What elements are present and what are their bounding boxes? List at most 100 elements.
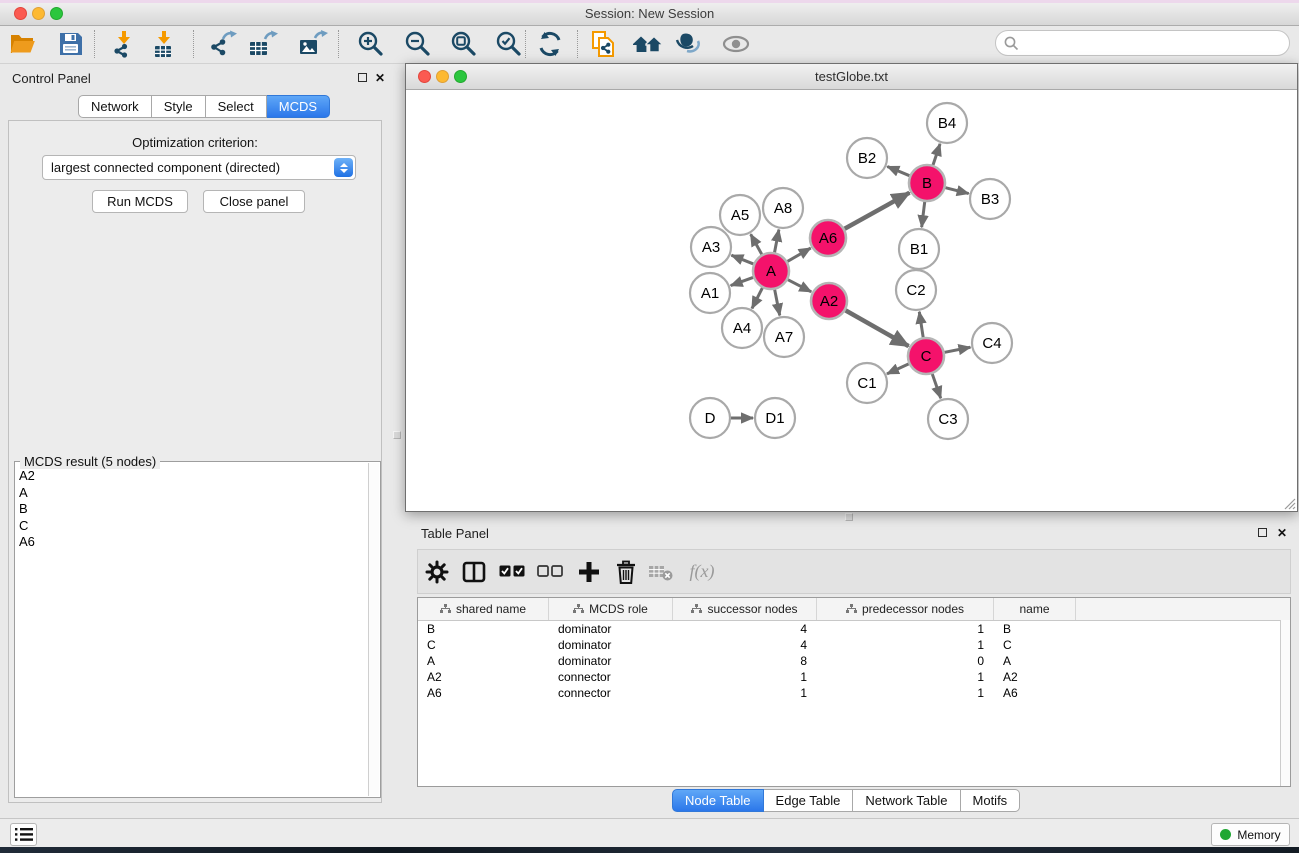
table-cell[interactable]: dominator	[549, 638, 673, 652]
mcds-result-item[interactable]: A6	[19, 534, 35, 551]
tab-select[interactable]: Select	[206, 95, 267, 118]
node-B[interactable]: B	[909, 165, 945, 201]
table-cell[interactable]: dominator	[549, 654, 673, 668]
edge-B-B4[interactable]	[933, 144, 940, 165]
zoom-in-button[interactable]	[354, 27, 388, 61]
edge-B-B3[interactable]	[945, 188, 968, 194]
column-header-MCDS-role[interactable]: MCDS role	[549, 598, 673, 620]
table-row[interactable]: A2connector11A2	[418, 669, 1290, 685]
edge-B-B1[interactable]	[922, 202, 925, 227]
edge-A2-C[interactable]	[846, 310, 909, 346]
mcds-result-item[interactable]: C	[19, 518, 35, 535]
column-header-shared-name[interactable]: shared name	[418, 598, 549, 620]
edge-A-A2[interactable]	[788, 280, 811, 292]
edge-A6-B[interactable]	[845, 193, 910, 229]
table-cell[interactable]: B	[994, 622, 1076, 636]
table-cell[interactable]: connector	[549, 686, 673, 700]
export-network-button[interactable]	[207, 27, 241, 61]
edge-C-C4[interactable]	[945, 347, 971, 352]
home-view-button[interactable]	[631, 27, 665, 61]
table-cell[interactable]: 1	[817, 670, 994, 684]
table-row[interactable]: Cdominator41C	[418, 637, 1290, 653]
edge-B-B2[interactable]	[887, 166, 909, 175]
edge-A-A4[interactable]	[752, 288, 762, 308]
mcds-result-item[interactable]: B	[19, 501, 35, 518]
function-builder-button[interactable]: f(x)	[684, 550, 720, 593]
table-cell[interactable]: dominator	[549, 622, 673, 636]
edge-A-A3[interactable]	[731, 255, 753, 264]
tab-network[interactable]: Network	[78, 95, 152, 118]
delete-table-button[interactable]	[647, 550, 675, 593]
search-field[interactable]	[995, 30, 1290, 56]
import-table-button[interactable]	[148, 27, 182, 61]
mcds-result-list[interactable]: A2ABCA6	[19, 468, 35, 551]
minimize-traffic-light[interactable]	[32, 7, 45, 20]
optimization-criterion-select[interactable]: largest connected component (directed)	[42, 155, 356, 180]
table-cell[interactable]: 1	[673, 686, 817, 700]
tab-motifs[interactable]: Motifs	[961, 789, 1021, 812]
control-panel-float-button[interactable]	[358, 73, 367, 82]
node-C2[interactable]: C2	[896, 270, 936, 310]
show-view-button[interactable]	[719, 27, 753, 61]
run-mcds-button[interactable]: Run MCDS	[92, 190, 188, 213]
show-panels-button[interactable]	[10, 823, 37, 846]
node-C3[interactable]: C3	[928, 399, 968, 439]
zoom-out-button[interactable]	[401, 27, 435, 61]
mcds-result-item[interactable]: A2	[19, 468, 35, 485]
table-cell[interactable]: C	[418, 638, 549, 652]
tab-style[interactable]: Style	[152, 95, 206, 118]
table-scrollbar[interactable]	[1280, 620, 1290, 786]
node-A8[interactable]: A8	[763, 188, 803, 228]
table-panel-close-button[interactable]: ✕	[1277, 527, 1287, 539]
node-A6[interactable]: A6	[810, 220, 846, 256]
edge-C-C1[interactable]	[887, 364, 909, 374]
network-canvas[interactable]: AA1A2A3A4A5A6A7A8BB1B2B3B4CC1C2C3C4DD1	[406, 90, 1297, 511]
export-table-button[interactable]	[246, 27, 280, 61]
close-panel-button[interactable]: Close panel	[203, 190, 305, 213]
node-A1[interactable]: A1	[690, 273, 730, 313]
table-settings-button[interactable]	[423, 550, 451, 593]
table-cell[interactable]: 4	[673, 622, 817, 636]
column-header-predecessor-nodes[interactable]: predecessor nodes	[817, 598, 994, 620]
table-cell[interactable]: connector	[549, 670, 673, 684]
open-session-button[interactable]	[6, 27, 40, 61]
edge-A-A7[interactable]	[775, 290, 780, 316]
node-A3[interactable]: A3	[691, 227, 731, 267]
node-A4[interactable]: A4	[722, 308, 762, 348]
save-session-button[interactable]	[54, 27, 88, 61]
network-maximize-traffic-light[interactable]	[454, 70, 467, 83]
add-column-button[interactable]	[575, 550, 603, 593]
close-traffic-light[interactable]	[14, 7, 27, 20]
delete-column-button[interactable]	[612, 550, 640, 593]
table-cell[interactable]: 0	[817, 654, 994, 668]
table-cell[interactable]: 1	[673, 670, 817, 684]
table-cell[interactable]: A	[994, 654, 1076, 668]
search-input[interactable]	[1024, 35, 1289, 52]
tab-mcds[interactable]: MCDS	[267, 95, 330, 118]
table-row[interactable]: Adominator80A	[418, 653, 1290, 669]
column-header-successor-nodes[interactable]: successor nodes	[673, 598, 817, 620]
table-cell[interactable]: 1	[817, 686, 994, 700]
table-cell[interactable]: 8	[673, 654, 817, 668]
node-B1[interactable]: B1	[899, 229, 939, 269]
edge-A-A6[interactable]	[787, 248, 810, 261]
deselect-all-button[interactable]	[536, 550, 564, 593]
network-graph[interactable]: AA1A2A3A4A5A6A7A8BB1B2B3B4CC1C2C3C4DD1	[406, 90, 1297, 511]
table-row[interactable]: Bdominator41B	[418, 621, 1290, 637]
edge-C-C3[interactable]	[932, 374, 940, 398]
tab-edge-table[interactable]: Edge Table	[764, 789, 854, 812]
tab-node-table[interactable]: Node Table	[672, 789, 764, 812]
node-D[interactable]: D	[690, 398, 730, 438]
table-cell[interactable]: B	[418, 622, 549, 636]
maximize-traffic-light[interactable]	[50, 7, 63, 20]
table-cell[interactable]: C	[994, 638, 1076, 652]
vertical-splitter-grip[interactable]	[393, 431, 401, 439]
clone-network-button[interactable]	[587, 27, 621, 61]
mcds-result-scrollbar[interactable]	[368, 463, 379, 796]
table-cell[interactable]: A2	[994, 670, 1076, 684]
table-cell[interactable]: 4	[673, 638, 817, 652]
network-close-traffic-light[interactable]	[418, 70, 431, 83]
node-B4[interactable]: B4	[927, 103, 967, 143]
node-C4[interactable]: C4	[972, 323, 1012, 363]
table-cell[interactable]: A6	[994, 686, 1076, 700]
